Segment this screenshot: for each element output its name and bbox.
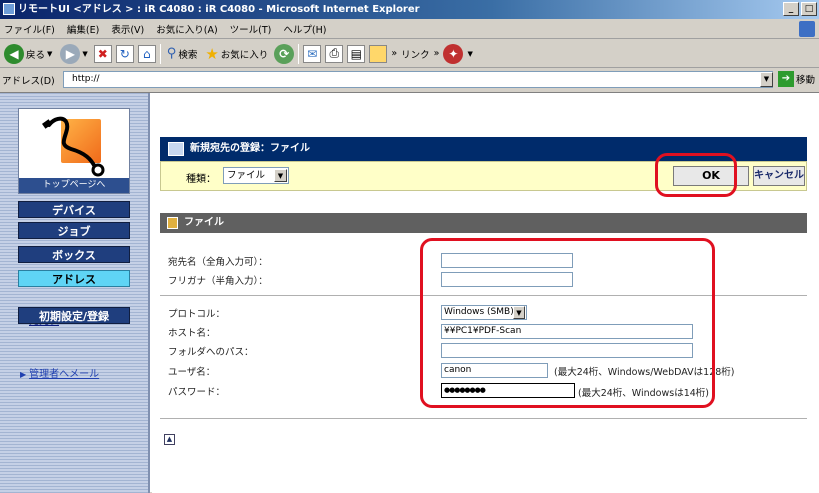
menu-file[interactable]: ファイル(F) xyxy=(4,22,55,36)
toolbar-separator xyxy=(159,43,161,64)
go-button[interactable]: ➔ 移動 xyxy=(778,71,815,87)
top-page-button[interactable]: トップページへ xyxy=(19,178,129,193)
name-label: 宛先名（全角入力可）： xyxy=(168,257,268,268)
window-controls: _ □ xyxy=(783,2,817,16)
back-button[interactable]: ◀ 戻る ▼ xyxy=(2,42,54,66)
back-label: 戻る xyxy=(26,49,46,61)
triangle-right-icon: ▶ xyxy=(20,370,27,379)
address-input[interactable]: http:// xyxy=(63,71,773,88)
nav-device[interactable]: デバイス xyxy=(18,201,130,218)
kind-label: 種類： xyxy=(186,174,216,185)
kana-input[interactable] xyxy=(441,272,573,287)
chevron-down-icon: ▼ xyxy=(274,169,287,182)
protocol-label: プロトコル： xyxy=(168,309,226,320)
toolbar-separator xyxy=(298,43,300,64)
menu-bar: ファイル(F) 編集(E) 表示(V) お気に入り(A) ツール(T) ヘルプ(… xyxy=(0,19,819,39)
host-input[interactable]: ¥¥PC1¥PDF-Scan xyxy=(441,324,693,339)
panel-header: 新規宛先の登録：ファイル xyxy=(160,137,807,161)
menu-help[interactable]: ヘルプ(H) xyxy=(283,22,326,36)
go-label: 移動 xyxy=(796,75,816,86)
forward-button[interactable]: ▶ ▼ xyxy=(58,42,89,66)
menu-favorites[interactable]: お気に入り(A) xyxy=(156,22,217,36)
maximize-button[interactable]: □ xyxy=(801,2,817,16)
register-icon xyxy=(168,142,184,156)
favorites-button[interactable]: ★ お気に入り xyxy=(203,42,270,66)
forward-arrow-icon: ▶ xyxy=(60,43,81,64)
section-header: ファイル xyxy=(160,213,807,233)
browser-toolbar: ◀ 戻る ▼ ▶ ▼ ✖ ↻ ⌂ ⚲ 検索 ★ お気に入り ⟳ ✉ ⎙ ▤ » … xyxy=(0,40,819,68)
form-divider xyxy=(160,295,807,296)
links-label[interactable]: リンク xyxy=(401,47,430,61)
cable-icon xyxy=(42,116,105,177)
address-label: アドレス(D) xyxy=(2,76,55,87)
password-input[interactable]: ●●●●●●●● xyxy=(441,383,575,398)
section-title: ファイル xyxy=(184,217,224,228)
minimize-button[interactable]: _ xyxy=(783,2,799,16)
favorites-label: お気に入り xyxy=(220,49,269,61)
go-arrow-icon: ➔ xyxy=(778,71,794,87)
file-icon xyxy=(167,217,178,229)
edit-icon[interactable]: ▤ xyxy=(347,44,366,63)
nav-job[interactable]: ジョブ xyxy=(18,222,130,239)
kana-label: フリガナ（半角入力）： xyxy=(168,276,268,287)
menu-tools[interactable]: ツール(T) xyxy=(230,22,272,36)
folder-icon[interactable] xyxy=(369,44,388,63)
page-viewport: トップページへ デバイス ジョブ ボックス アドレス 宛先表 初期設定/登録 ▶… xyxy=(0,92,819,493)
protocol-select[interactable]: Windows (SMB) ▼ xyxy=(441,305,527,320)
sidebar: トップページへ デバイス ジョブ ボックス アドレス 宛先表 初期設定/登録 ▶… xyxy=(0,93,150,493)
host-label: ホスト名： xyxy=(168,328,216,339)
address-dropdown-icon[interactable]: ▼ xyxy=(760,72,773,87)
name-input[interactable] xyxy=(441,253,573,268)
search-button[interactable]: ⚲ 検索 xyxy=(165,42,200,66)
path-input[interactable] xyxy=(441,343,693,358)
search-icon: ⚲ xyxy=(166,46,177,61)
address-bar: アドレス(D) http:// ▼ ➔ 移動 xyxy=(0,69,819,91)
nav-box[interactable]: ボックス xyxy=(18,246,130,263)
toolbar-chevron[interactable]: » xyxy=(391,48,397,59)
star-icon: ★ xyxy=(205,44,219,63)
admin-mail-label: 管理者へメール xyxy=(29,369,100,380)
admin-mail-link[interactable]: ▶ 管理者へメール xyxy=(20,365,99,380)
search-label: 検索 xyxy=(178,49,198,61)
kind-select[interactable]: ファイル ▼ xyxy=(223,167,289,184)
home-icon[interactable]: ⌂ xyxy=(137,44,156,63)
page-top-icon[interactable]: ▲ xyxy=(164,434,175,445)
mail-icon[interactable]: ✉ xyxy=(303,44,322,63)
nav-address[interactable]: アドレス xyxy=(18,270,130,287)
cancel-button[interactable]: キャンセル xyxy=(753,166,805,186)
kind-select-value: ファイル xyxy=(227,170,266,181)
menu-view[interactable]: 表示(V) xyxy=(111,22,144,36)
window-title: リモートUI <アドレス > : iR C4080 : iR C4080 - M… xyxy=(18,4,420,15)
password-label: パスワード： xyxy=(168,387,226,398)
chevron-down-icon: ▼ xyxy=(82,49,88,58)
ok-button[interactable]: OK xyxy=(673,166,749,186)
main-content: 新規宛先の登録：ファイル 種類： ファイル ▼ OK キャンセル ファイル 宛先… xyxy=(152,93,819,493)
window-title-bar: リモートUI <アドレス > : iR C4080 : iR C4080 - M… xyxy=(0,0,819,19)
remote-ui-logo[interactable]: トップページへ xyxy=(18,108,130,194)
ie-logo-icon xyxy=(799,21,815,37)
chevron-down-icon: ▼ xyxy=(513,306,525,319)
user-label: ユーザ名： xyxy=(168,367,216,378)
messenger-icon[interactable]: ✦ xyxy=(443,43,464,64)
user-hint: (最大24桁、Windows/WebDAVは128桁) xyxy=(554,367,735,378)
print-icon[interactable]: ⎙ xyxy=(325,44,344,63)
path-label: フォルダへのパス： xyxy=(168,347,254,358)
nav-settings[interactable]: 初期設定/登録 xyxy=(18,307,130,324)
back-arrow-icon: ◀ xyxy=(4,43,24,64)
user-input[interactable]: canon xyxy=(441,363,548,378)
chevron-down-icon: ▼ xyxy=(47,49,53,58)
protocol-select-value: Windows (SMB) xyxy=(444,307,514,317)
ie-app-icon xyxy=(3,3,15,15)
stop-icon[interactable]: ✖ xyxy=(93,44,112,63)
password-hint: (最大24桁、Windowsは14桁) xyxy=(578,388,709,399)
panel-title: 新規宛先の登録：ファイル xyxy=(190,143,310,154)
menu-edit[interactable]: 編集(E) xyxy=(67,22,99,36)
history-icon[interactable]: ⟳ xyxy=(274,43,295,64)
form-divider-bottom xyxy=(160,418,807,419)
refresh-icon[interactable]: ↻ xyxy=(115,44,134,63)
links-chevron[interactable]: » xyxy=(434,48,440,59)
kind-row: 種類： ファイル ▼ OK キャンセル xyxy=(160,161,807,191)
chevron-down-icon: ▼ xyxy=(467,49,473,58)
